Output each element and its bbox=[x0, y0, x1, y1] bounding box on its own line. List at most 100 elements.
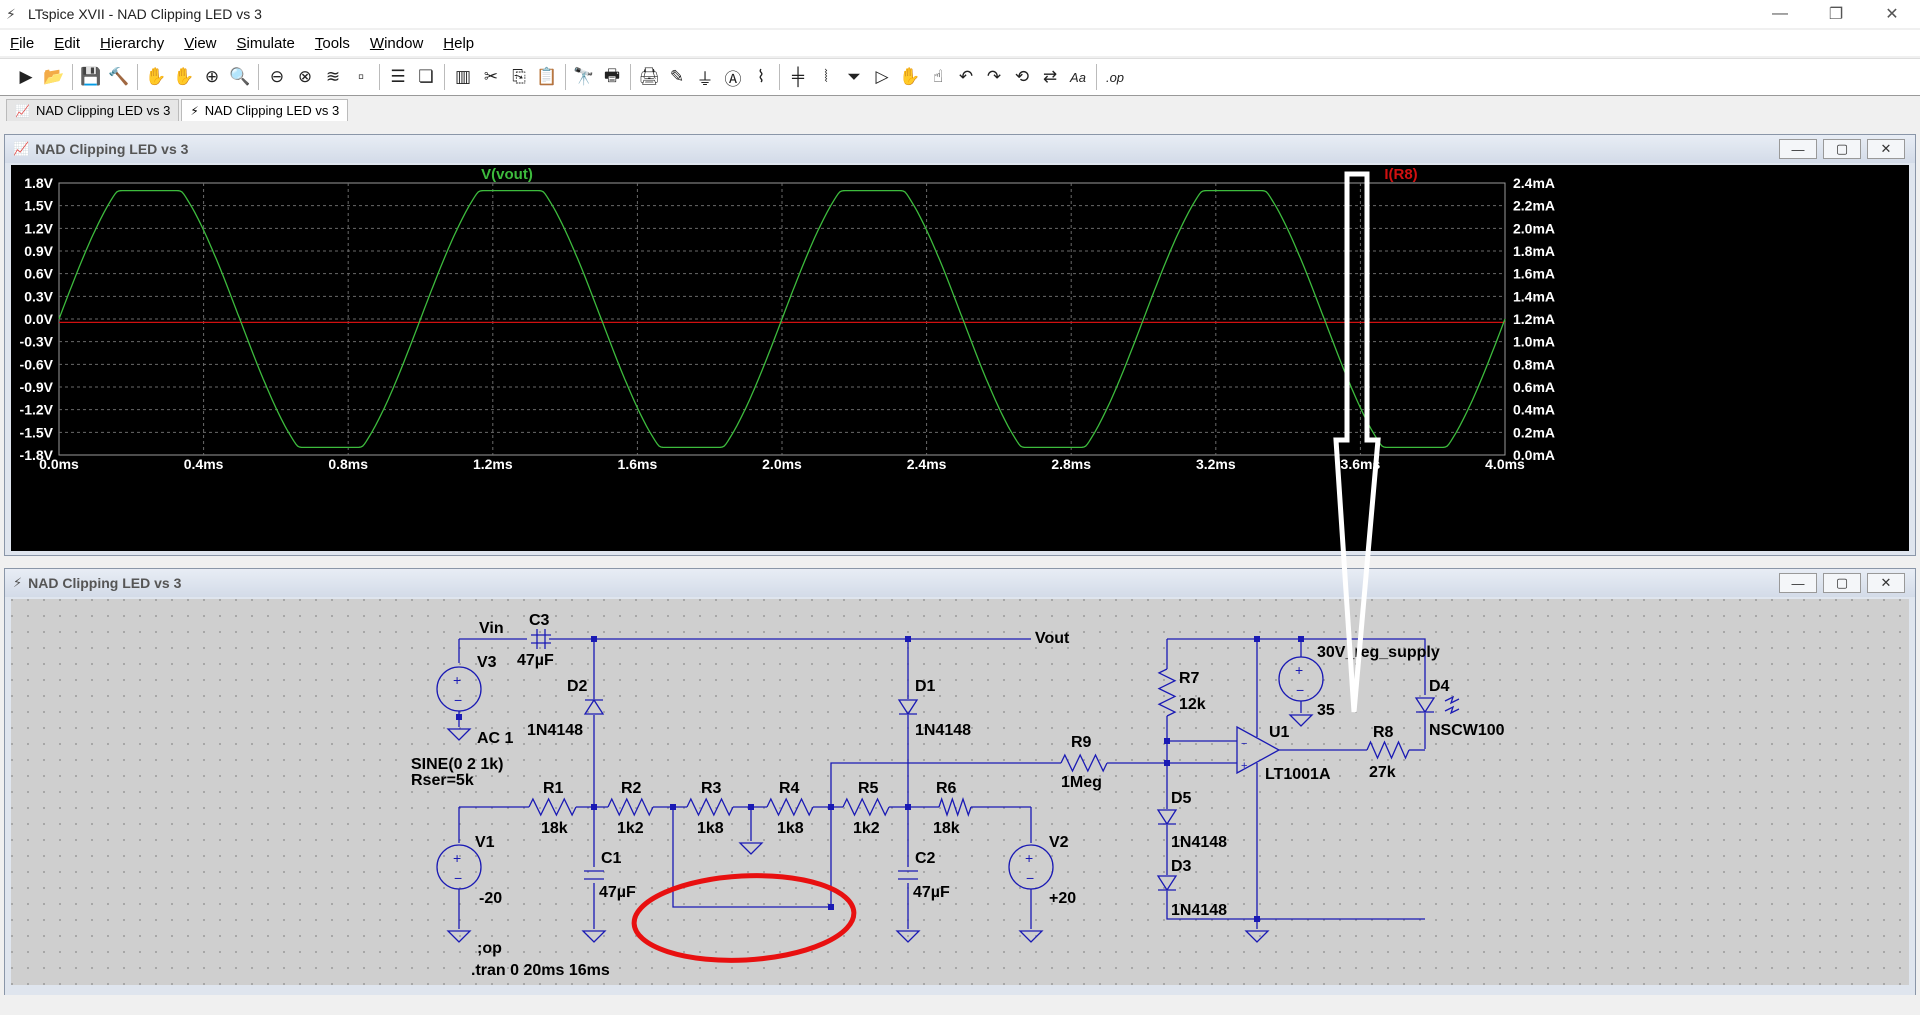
waveform-plot-area[interactable]: 0.0ms 0.4ms 0.8ms 1.2ms 1.6ms 2.0ms 2.4ms 2.8ms… bbox=[11, 165, 1909, 551]
zoom-full-icon[interactable]: ⊗ bbox=[291, 63, 319, 91]
erase-icon[interactable]: ▫ bbox=[347, 63, 375, 91]
toolbar-separator bbox=[1096, 64, 1097, 90]
print-setup-icon[interactable]: 🖨 bbox=[635, 63, 663, 91]
y-left-tick-label: -1.5V bbox=[20, 424, 54, 440]
open-icon[interactable]: 📂 bbox=[40, 63, 68, 91]
close-button[interactable]: ✕ bbox=[1864, 0, 1920, 28]
label-r8: R8 bbox=[1373, 724, 1394, 741]
title-bar: ⚡ LTspice XVII - NAD Clipping LED vs 3 —… bbox=[0, 0, 1920, 28]
toolbar-separator bbox=[630, 64, 631, 90]
opamp-u1-minus: − bbox=[1241, 738, 1247, 750]
waveform-window-controls: — ▢ ✕ bbox=[1779, 139, 1905, 159]
mirror-icon[interactable]: ⇄ bbox=[1036, 63, 1064, 91]
waveform-minimize-button[interactable]: — bbox=[1779, 139, 1817, 159]
x-tick-label: 3.6ms bbox=[1341, 456, 1381, 472]
run-icon[interactable]: ▶ bbox=[12, 63, 40, 91]
schematic-window-titlebar: ⚡ NAD Clipping LED vs 3 bbox=[5, 569, 1915, 597]
print-icon[interactable]: 🖶 bbox=[598, 63, 626, 91]
component-icon[interactable]: ▷ bbox=[868, 63, 896, 91]
label-icon[interactable]: Ⓐ bbox=[719, 63, 747, 91]
source-v3-minus: − bbox=[454, 692, 462, 708]
y-right-tick-label: 1.8mA bbox=[1513, 243, 1555, 259]
menu-edit[interactable]: Edit bbox=[44, 35, 90, 52]
redo-icon[interactable]: ↷ bbox=[980, 63, 1008, 91]
restore-button[interactable]: ❐ bbox=[1808, 0, 1864, 28]
save-icon[interactable]: 💾 bbox=[77, 63, 105, 91]
autorange-icon[interactable]: ≋ bbox=[319, 63, 347, 91]
menu-simulate[interactable]: Simulate bbox=[227, 35, 305, 52]
schematic-canvas[interactable]: + − + − + − − + + − Vin C3 47µF V3 AC 1 SINE(0 2 1k) Rs… bbox=[11, 599, 1909, 985]
y-right-tick-label: 1.4mA bbox=[1513, 288, 1555, 304]
window-controls: — ❐ ✕ bbox=[1752, 0, 1920, 28]
rotate-icon[interactable]: ⟲ bbox=[1008, 63, 1036, 91]
toolbar-separator bbox=[258, 64, 259, 90]
ground-icon[interactable]: ⏚ bbox=[691, 63, 719, 91]
schematic-minimize-button[interactable]: — bbox=[1779, 573, 1817, 593]
waveform-plot[interactable]: 0.0ms 0.4ms 0.8ms 1.2ms 1.6ms 2.0ms 2.4ms 2.8ms… bbox=[11, 165, 1909, 551]
zoom-back-icon[interactable]: 🔍 bbox=[226, 63, 254, 91]
spice-directive-icon[interactable]: .op bbox=[1101, 63, 1129, 91]
label-r7: R7 bbox=[1179, 670, 1200, 687]
label-v1-value: -20 bbox=[479, 890, 502, 907]
copy-icon[interactable]: ⎘ bbox=[505, 63, 533, 91]
minimize-button[interactable]: — bbox=[1752, 0, 1808, 28]
window-title: LTspice XVII - NAD Clipping LED vs 3 bbox=[28, 6, 262, 22]
label-v2-value: +20 bbox=[1049, 890, 1076, 907]
label-d2: D2 bbox=[567, 678, 588, 695]
zoom-in-icon[interactable]: ⊕ bbox=[198, 63, 226, 91]
label-c2: C2 bbox=[915, 850, 936, 867]
zoom-out-icon[interactable]: ⊖ bbox=[263, 63, 291, 91]
tab-waveform[interactable]: 📈 NAD Clipping LED vs 3 bbox=[6, 99, 180, 121]
label-supply: 30V_reg_supply bbox=[1317, 644, 1440, 661]
waveform-maximize-button[interactable]: ▢ bbox=[1823, 139, 1861, 159]
menu-bar: File Edit Hierarchy View Simulate Tools … bbox=[0, 30, 1920, 56]
menu-hierarchy[interactable]: Hierarchy bbox=[90, 35, 174, 52]
find-icon[interactable]: 🔭 bbox=[570, 63, 598, 91]
label-r9: R9 bbox=[1071, 734, 1092, 751]
tile-vertical-icon[interactable]: ▥ bbox=[449, 63, 477, 91]
menu-file[interactable]: File bbox=[0, 35, 44, 52]
schematic-drawing[interactable]: + − + − + − − + + − Vin C3 47µF V3 AC 1 SINE(0 2 1k)Rs… bbox=[11, 599, 1909, 985]
cut-icon[interactable]: ✂ bbox=[477, 63, 505, 91]
label-v3-rser: Rser=5k bbox=[411, 772, 474, 789]
menu-tools[interactable]: Tools bbox=[305, 35, 360, 52]
y-right-tick-label: 1.6mA bbox=[1513, 266, 1555, 282]
move-icon[interactable]: ✋ bbox=[896, 63, 924, 91]
schematic-close-button[interactable]: ✕ bbox=[1867, 573, 1905, 593]
drag-icon[interactable]: ☝ bbox=[924, 63, 952, 91]
menu-window[interactable]: Window bbox=[360, 35, 433, 52]
cascade-icon[interactable]: ❏ bbox=[412, 63, 440, 91]
label-d3-value: 1N4148 bbox=[1171, 902, 1227, 919]
tile-horizontal-icon[interactable]: ☰ bbox=[384, 63, 412, 91]
y-left-tick-label: 0.0V bbox=[24, 311, 53, 327]
x-tick-label: 2.0ms bbox=[762, 456, 802, 472]
control-panel-icon[interactable]: 🔨 bbox=[105, 63, 133, 91]
waveform-close-button[interactable]: ✕ bbox=[1867, 139, 1905, 159]
y-left-tick-label: -0.3V bbox=[20, 334, 54, 350]
toolbar-separator bbox=[779, 64, 780, 90]
paste-icon[interactable]: 📋 bbox=[533, 63, 561, 91]
y-left-tick-label: 1.8V bbox=[24, 175, 53, 191]
y-left-tick-label: -1.2V bbox=[20, 402, 54, 418]
tab-schematic[interactable]: ⚡ NAD Clipping LED vs 3 bbox=[181, 99, 349, 121]
label-d4: D4 bbox=[1429, 678, 1450, 695]
wire-icon[interactable]: ✎ bbox=[663, 63, 691, 91]
pan-icon[interactable]: ✋ bbox=[170, 63, 198, 91]
x-tick-label: 2.8ms bbox=[1051, 456, 1091, 472]
undo-icon[interactable]: ↶ bbox=[952, 63, 980, 91]
opamp-u1-plus: + bbox=[1241, 760, 1247, 772]
diode-icon[interactable]: ⏷ bbox=[840, 63, 868, 91]
schematic-maximize-button[interactable]: ▢ bbox=[1823, 573, 1861, 593]
label-r4: R4 bbox=[779, 780, 800, 797]
menu-view[interactable]: View bbox=[174, 35, 226, 52]
label-r6-value: 18k bbox=[933, 820, 960, 837]
label-u1-value: LT1001A bbox=[1265, 766, 1331, 783]
label-c2-value: 47µF bbox=[913, 884, 950, 901]
halt-icon[interactable]: ✋ bbox=[142, 63, 170, 91]
waveform-window-title: NAD Clipping LED vs 3 bbox=[35, 141, 189, 157]
text-icon[interactable]: Aa bbox=[1064, 63, 1092, 91]
resistor-icon[interactable]: ⌇ bbox=[747, 63, 775, 91]
inductor-icon[interactable]: ⦚ bbox=[812, 63, 840, 91]
capacitor-icon[interactable]: ╪ bbox=[784, 63, 812, 91]
menu-help[interactable]: Help bbox=[433, 35, 484, 52]
